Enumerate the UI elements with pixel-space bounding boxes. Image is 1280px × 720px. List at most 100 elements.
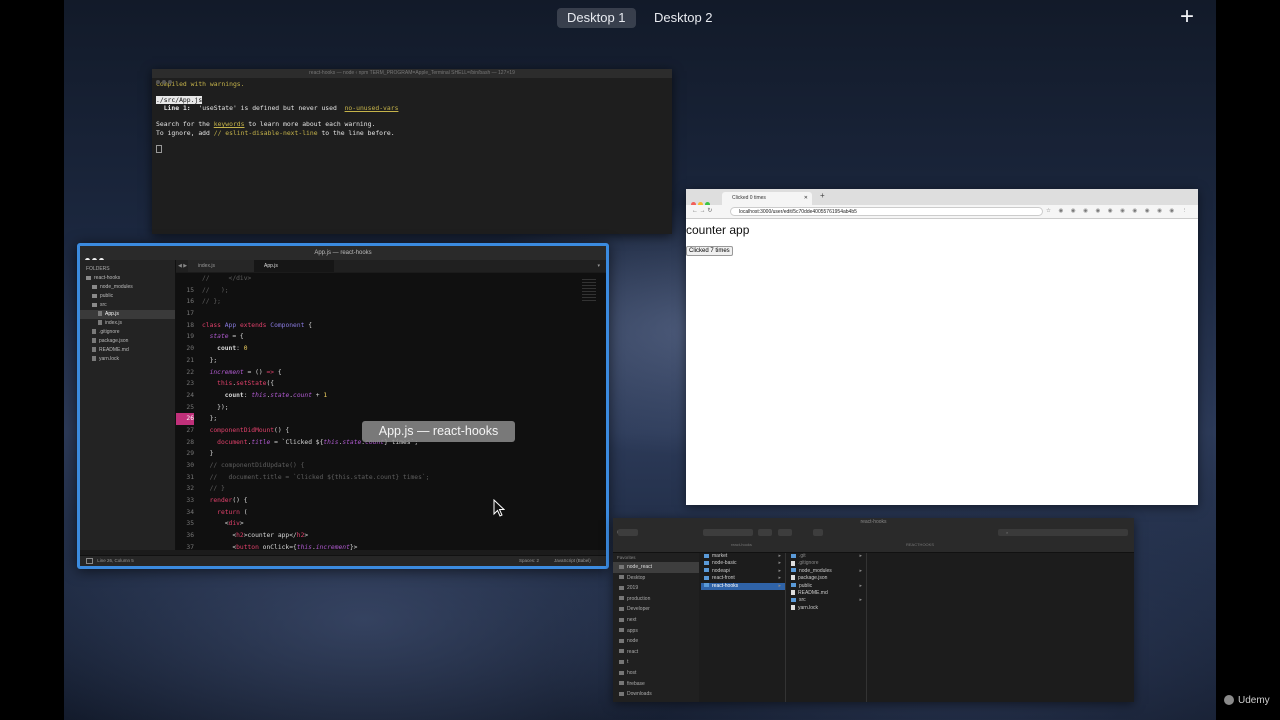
finder-item[interactable]: market ▸ [701, 553, 785, 560]
finder-item-label: public [799, 582, 813, 589]
space-desktop-2[interactable]: Desktop 2 [644, 8, 723, 28]
tree-item-public[interactable]: public [80, 292, 175, 301]
folder-icon [619, 596, 624, 601]
editor-window[interactable]: App.js — react-hooks FOLDERS react-hooks… [77, 243, 609, 569]
terminal-window[interactable]: react-hooks — node ‹ npm TERM_PROGRAM=Ap… [152, 69, 672, 234]
tab-index-js[interactable]: index.js [188, 260, 258, 272]
browser-toolbar: ← → ↻ localhost:3000/user/edit/5c70dde40… [686, 205, 1198, 219]
finder-item[interactable]: public ▸ [788, 583, 866, 590]
finder-item[interactable]: package.json [788, 575, 866, 582]
code-text: return ( [217, 508, 248, 516]
back-forward-button[interactable] [618, 529, 638, 536]
favorites-header: Favorites [617, 555, 636, 560]
ignore-hint-pre: To ignore, add [156, 128, 214, 137]
view-mode-buttons[interactable] [703, 529, 753, 536]
favorite-item[interactable]: next [613, 615, 699, 626]
tree-item-readme-md[interactable]: README.md [80, 346, 175, 355]
group-button[interactable] [758, 529, 772, 536]
favorite-item[interactable]: Developer [613, 604, 699, 615]
editor-titlebar[interactable]: App.js — react-hooks [80, 246, 606, 263]
folder-icon [619, 617, 624, 622]
status-language[interactable]: JavaScript (Babel) [554, 556, 591, 566]
folder-icon [619, 607, 624, 612]
favorite-label: Developer [627, 606, 650, 613]
favorite-item[interactable]: Desktop [613, 573, 699, 584]
tree-item-node-modules[interactable]: node_modules [80, 283, 175, 292]
tree-item-index-js[interactable]: index.js [80, 319, 175, 328]
favorite-item[interactable]: node [613, 636, 699, 647]
action-button[interactable] [778, 529, 792, 536]
tree-item-package-json[interactable]: package.json [80, 337, 175, 346]
line-number: 23 [186, 380, 194, 388]
finder-item-label: react-hooks [712, 582, 739, 589]
finder-item[interactable]: .git ▸ [788, 553, 866, 560]
browser-window[interactable]: Clicked 0 times ✕ + ← → ↻ localhost:3000… [686, 189, 1198, 505]
favorite-item[interactable]: react [613, 647, 699, 658]
finder-item[interactable]: src ▸ [788, 597, 866, 604]
favorite-item[interactable]: firebase [613, 679, 699, 690]
nav-arrows-icon[interactable]: ← → ↻ [692, 205, 712, 218]
tab-app-js[interactable]: App.js [254, 260, 334, 272]
status-spaces[interactable]: Spaces: 2 [519, 556, 539, 566]
tree-item-src[interactable]: src [80, 301, 175, 310]
favorite-item[interactable]: apps [613, 626, 699, 637]
tab-nav-arrows-icon[interactable]: ◀ ▶ [178, 260, 187, 272]
tree-item--gitignore[interactable]: .gitignore [80, 328, 175, 337]
favorite-item[interactable]: Downloads [613, 689, 699, 700]
browser-tab[interactable]: Clicked 0 times ✕ [722, 192, 812, 205]
tree-item-label: node_modules [100, 284, 133, 290]
file-icon [791, 590, 795, 596]
code-text: // }; [202, 298, 221, 306]
share-button[interactable] [813, 529, 823, 536]
finder-item[interactable]: react-front ▸ [701, 575, 785, 582]
favorite-item[interactable]: t [613, 657, 699, 668]
close-icon[interactable]: ✕ [804, 192, 808, 205]
folder-icon [791, 583, 796, 588]
finder-search-input[interactable]: ⌕ [998, 529, 1128, 536]
favorite-label: 2019 [627, 585, 639, 592]
finder-item-label: market [712, 553, 728, 559]
tree-item-react-hooks[interactable]: react-hooks [80, 274, 175, 283]
warning-rule: no-unused-vars [344, 104, 399, 113]
favorite-item[interactable]: host [613, 668, 699, 679]
favorite-item[interactable]: production [613, 594, 699, 605]
finder-item[interactable]: yarn.lock [788, 605, 866, 612]
minimap[interactable] [582, 277, 596, 317]
finder-item[interactable]: README.md [788, 590, 866, 597]
folder-icon [704, 583, 709, 588]
favorite-item[interactable]: AirDrop [613, 700, 699, 703]
finder-item-label: react-front [712, 575, 735, 582]
terminal-titlebar[interactable]: react-hooks — node ‹ npm TERM_PROGRAM=Ap… [152, 69, 672, 84]
code-text: }; [202, 415, 218, 423]
code-line: 25 }); [176, 402, 606, 414]
finder-item[interactable]: .gitignore [788, 560, 866, 567]
favorite-label: Downloads [627, 691, 652, 698]
terminal-title: react-hooks — node ‹ npm TERM_PROGRAM=Ap… [309, 70, 515, 76]
line-number: 27 [186, 426, 194, 434]
finder-item[interactable]: node-basic ▸ [701, 560, 785, 567]
favorites-list: node_react Desktop 2019 production Developer… [613, 562, 699, 702]
tree-item-app-js[interactable]: App.js [80, 310, 175, 319]
line-number: 29 [186, 450, 194, 458]
tree-item-yarn-lock[interactable]: yarn.lock [80, 355, 175, 364]
favorite-item[interactable]: 2019 [613, 583, 699, 594]
code-area[interactable]: // </div> 15 // ); 16 // }; 17 18 class App ext… [176, 273, 606, 550]
plus-icon[interactable]: + [1177, 4, 1197, 30]
finder-item-label: README.md [798, 590, 828, 597]
extension-icons[interactable]: ☆ ◉ ◉ ◉ ◉ ◉ ◉ ◉ ◉ ◉ ◉ ⋮ [1046, 208, 1190, 214]
favorite-item[interactable]: node_react [613, 562, 699, 573]
finder-item[interactable]: node_modules ▸ [788, 568, 866, 575]
favorite-label: next [627, 616, 637, 623]
counter-button[interactable]: Clicked 7 times [686, 246, 733, 256]
space-desktop-1[interactable]: Desktop 1 [557, 8, 636, 28]
folder-icon [619, 660, 624, 665]
finder-item-label: node-basic [712, 560, 737, 567]
finder-item[interactable]: react-hooks ▸ [701, 582, 785, 591]
finder-window[interactable]: react-hooks ⌕ react-hooks REACTHOOKS Fav… [613, 518, 1134, 702]
address-bar[interactable]: localhost:3000/user/edit/5c70dde40055761… [730, 207, 1043, 216]
column-header-1: react-hooks [731, 542, 752, 547]
new-tab-plus-icon[interactable]: + [820, 191, 825, 200]
tab-dropdown-icon[interactable]: ▾ [597, 260, 600, 272]
finder-item[interactable]: nodeapi ▸ [701, 568, 785, 575]
editor-statusbar: Line 26, Column 5 Spaces: 2 JavaScript (… [80, 555, 606, 566]
